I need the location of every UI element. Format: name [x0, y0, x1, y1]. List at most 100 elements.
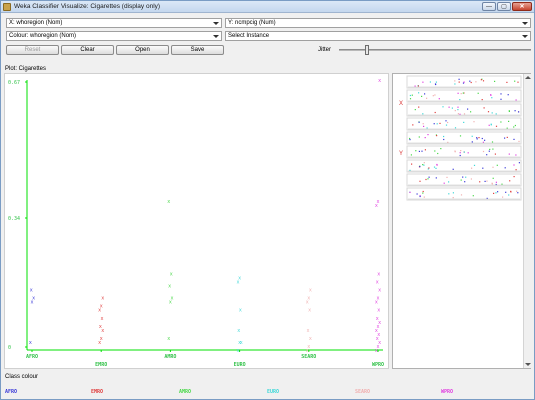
matrix-scrollbar[interactable]: [523, 74, 531, 368]
instance-select[interactable]: Select Instance: [225, 31, 531, 41]
maximize-button[interactable]: ▢: [497, 2, 511, 11]
data-point[interactable]: x: [100, 304, 103, 310]
y-axis-select[interactable]: Y: ncmpcig (Num): [225, 18, 531, 28]
matrix-cell[interactable]: [406, 89, 522, 103]
matrix-point: [422, 164, 424, 166]
matrix-point: [478, 137, 480, 139]
data-point[interactable]: x: [238, 275, 241, 281]
title-bar[interactable]: Weka Classifier Visualize: Cigarettes (d…: [1, 1, 534, 13]
matrix-point: [484, 139, 486, 141]
data-point[interactable]: x: [307, 296, 310, 302]
data-point[interactable]: x: [377, 308, 380, 314]
instance-select-value: Select Instance: [228, 33, 270, 39]
matrix-point: [452, 192, 454, 194]
colour-select[interactable]: Colour: whoregion (Nom): [6, 31, 222, 41]
matrix-point: [517, 81, 519, 83]
data-point[interactable]: x: [239, 308, 242, 314]
matrix-cell[interactable]: [406, 131, 522, 145]
matrix-cell[interactable]: [406, 159, 522, 173]
matrix-point: [486, 180, 488, 182]
data-point[interactable]: x: [376, 296, 379, 302]
matrix-point: [504, 167, 506, 169]
matrix-point: [496, 164, 498, 166]
save-button[interactable]: Save: [171, 45, 224, 55]
data-point[interactable]: x: [376, 316, 379, 322]
data-point[interactable]: x: [29, 340, 32, 346]
open-button[interactable]: Open: [116, 45, 169, 55]
data-point[interactable]: x: [378, 78, 381, 84]
data-point[interactable]: x: [378, 288, 381, 294]
legend-item[interactable]: EURO: [267, 389, 279, 395]
matrix-point: [418, 150, 420, 152]
data-point[interactable]: x: [308, 308, 311, 314]
minimize-icon: —: [486, 4, 492, 10]
legend-item[interactable]: AFRO: [5, 389, 17, 395]
matrix-cell[interactable]: [406, 173, 522, 187]
matrix-point: [423, 162, 425, 164]
legend-item[interactable]: SEARO: [355, 389, 370, 395]
data-point[interactable]: x: [101, 296, 104, 302]
data-point[interactable]: x: [377, 271, 380, 277]
matrix-point: [505, 191, 507, 193]
legend-item[interactable]: EMRO: [91, 389, 103, 395]
data-point[interactable]: x: [237, 328, 240, 334]
data-point[interactable]: x: [30, 288, 33, 294]
attribute-matrix-panel[interactable]: XY: [392, 73, 531, 369]
matrix-point: [518, 111, 520, 113]
data-point[interactable]: x: [240, 340, 243, 346]
matrix-point: [504, 137, 506, 139]
scatter-plot-svg[interactable]: 0.670.340AFROEMROAMROEUROSEAROWPRO xxxxx…: [5, 74, 388, 368]
jitter-slider-thumb[interactable]: [365, 45, 369, 55]
matrix-point: [422, 123, 424, 125]
matrix-point: [471, 141, 473, 143]
minimize-button[interactable]: —: [482, 2, 496, 11]
data-point[interactable]: x: [100, 336, 103, 342]
matrix-point: [508, 120, 510, 122]
matrix-point: [482, 167, 484, 169]
data-point[interactable]: x: [309, 336, 312, 342]
data-point[interactable]: x: [32, 296, 35, 302]
data-point[interactable]: x: [309, 288, 312, 294]
jitter-slider[interactable]: [339, 44, 531, 56]
data-point[interactable]: x: [170, 271, 173, 277]
matrix-cell[interactable]: [406, 187, 522, 201]
matrix-point: [447, 121, 449, 124]
matrix-point: [508, 153, 510, 155]
matrix-cell[interactable]: [406, 117, 522, 131]
data-point[interactable]: x: [376, 279, 379, 285]
scroll-up-icon[interactable]: [525, 76, 531, 79]
data-point[interactable]: x: [167, 336, 170, 342]
data-point[interactable]: x: [100, 316, 103, 322]
matrix-point: [459, 113, 461, 115]
data-point[interactable]: x: [170, 296, 173, 302]
matrix-point: [506, 81, 508, 83]
data-point[interactable]: x: [167, 199, 170, 205]
matrix-point: [482, 141, 484, 143]
data-point[interactable]: x: [168, 284, 171, 290]
matrix-point: [422, 113, 424, 115]
legend-item[interactable]: AMRO: [179, 389, 191, 395]
legend-item[interactable]: WPRO: [441, 389, 453, 395]
data-point[interactable]: x: [306, 328, 309, 334]
matrix-point: [423, 164, 425, 166]
matrix-point: [482, 80, 485, 82]
matrix-point: [457, 113, 459, 115]
data-point[interactable]: x: [236, 348, 239, 354]
scatter-plot-area[interactable]: 0.67 0.34 0 AFRO EMRO AMRO EURO SEARO WPRO xxxxx…: [4, 73, 389, 369]
attribute-matrix-svg[interactable]: XY: [393, 74, 523, 368]
matrix-point: [411, 94, 413, 96]
data-point[interactable]: x: [99, 324, 102, 330]
matrix-point: [423, 125, 425, 127]
close-button[interactable]: ✕: [512, 2, 532, 11]
matrix-point: [509, 180, 511, 182]
data-point[interactable]: x: [307, 344, 310, 350]
matrix-point: [479, 181, 481, 183]
data-point[interactable]: x: [376, 199, 379, 205]
matrix-point: [494, 153, 496, 155]
clear-button[interactable]: Clear: [61, 45, 114, 55]
reset-button[interactable]: Reset: [6, 45, 59, 55]
scroll-down-icon[interactable]: [525, 363, 531, 366]
clear-button-label: Clear: [80, 47, 95, 53]
x-axis-select[interactable]: X: whoregion (Nom): [6, 18, 222, 28]
matrix-point: [435, 83, 437, 86]
